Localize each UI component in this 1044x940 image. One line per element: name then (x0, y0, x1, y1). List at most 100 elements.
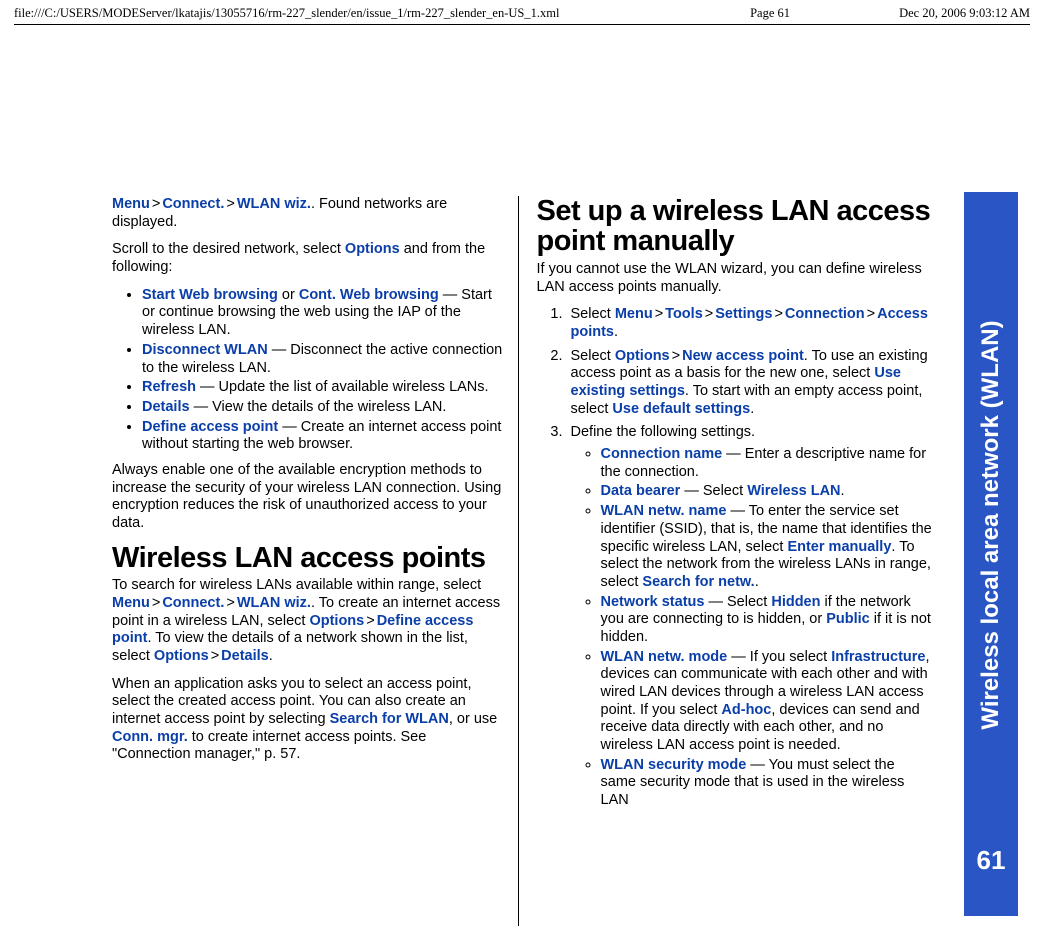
right-sublist: Connection name — Enter a descriptive na… (571, 446, 933, 810)
option-label: Refresh (142, 379, 196, 395)
text: — Update the list of available wireless … (196, 379, 489, 395)
content: Menu>Connect.>WLAN wiz.. Found networks … (112, 196, 932, 926)
gt-icon: > (653, 306, 665, 322)
option-label: Start Web browsing (142, 287, 278, 303)
option-label: Use default settings (612, 401, 750, 417)
menu-path-item: Options (615, 348, 670, 364)
gt-icon: > (150, 595, 162, 611)
option-label: Infrastructure (831, 649, 925, 665)
text: To search for wireless LANs available wi… (112, 577, 481, 593)
header-page: Page 61 (700, 6, 830, 21)
gt-icon: > (670, 348, 682, 364)
option-label: Cont. Web browsing (299, 287, 439, 303)
option-label: Wireless LAN (747, 483, 840, 499)
left-p4: To search for wireless LANs available wi… (112, 577, 508, 665)
list-item: Disconnect WLAN — Disconnect the active … (142, 342, 508, 377)
column-left: Menu>Connect.>WLAN wiz.. Found networks … (112, 196, 518, 926)
list-item: WLAN netw. name — To enter the service s… (601, 503, 933, 591)
option-label: Search for netw. (642, 574, 754, 590)
option-label: Hidden (771, 594, 820, 610)
menu-path-item: Options (154, 648, 209, 664)
gt-icon: > (150, 196, 162, 212)
menu-path-item: Settings (715, 306, 772, 322)
menu-path-item: WLAN wiz. (237, 196, 311, 212)
menu-path-item: Connect. (162, 595, 224, 611)
text: — If you select (727, 649, 831, 665)
menu-path-item: Connect. (162, 196, 224, 212)
option-label: Conn. mgr. (112, 729, 188, 745)
text: , or use (449, 711, 497, 727)
gt-icon: > (772, 306, 784, 322)
text: — Select (680, 483, 747, 499)
list-item: Connection name — Enter a descriptive na… (601, 446, 933, 481)
list-item: WLAN netw. mode — If you select Infrastr… (601, 649, 933, 755)
text: . (269, 648, 273, 664)
text: — View the details of the wireless LAN. (190, 399, 447, 415)
list-item: Define the following settings. Connectio… (567, 424, 933, 809)
menu-path-item: WLAN wiz. (237, 595, 311, 611)
option-label: WLAN netw. mode (601, 649, 728, 665)
gt-icon: > (224, 595, 236, 611)
text: — Select (704, 594, 771, 610)
option-label: WLAN security mode (601, 757, 747, 773)
option-label: Disconnect WLAN (142, 342, 268, 358)
side-tab-title: Wireless local area network (WLAN) (977, 320, 1005, 729)
text: Scroll to the desired network, select (112, 241, 345, 257)
gt-icon: > (865, 306, 877, 322)
text: Select (571, 348, 615, 364)
header-timestamp: Dec 20, 2006 9:03:12 AM (830, 6, 1030, 21)
side-tab-page-number: 61 (964, 845, 1018, 876)
option-label: Network status (601, 594, 705, 610)
left-p5: When an application asks you to select a… (112, 676, 508, 764)
text: . (841, 483, 845, 499)
option-label: Enter manually (787, 539, 891, 555)
text: Select (571, 306, 615, 322)
list-item: Network status — Select Hidden if the ne… (601, 594, 933, 647)
gt-icon: > (224, 196, 236, 212)
menu-path-item: Tools (665, 306, 703, 322)
header-path: file:///C:/USERS/MODEServer/lkatajis/130… (14, 6, 700, 21)
list-item: Details — View the details of the wirele… (142, 399, 508, 417)
text: Define the following settings. (571, 424, 756, 440)
right-ordered-list: Select Menu>Tools>Settings>Connection>Ac… (537, 306, 933, 810)
list-item: Refresh — Update the list of available w… (142, 379, 508, 397)
gt-icon: > (209, 648, 221, 664)
left-p3: Always enable one of the available encry… (112, 462, 508, 533)
side-tab: Wireless local area network (WLAN) 61 (964, 192, 1018, 916)
left-p1: Menu>Connect.>WLAN wiz.. Found networks … (112, 196, 508, 231)
menu-path-item: Connection (785, 306, 865, 322)
gt-icon: > (364, 613, 376, 629)
option-label: Define access point (142, 419, 278, 435)
list-item: Define access point — Create an internet… (142, 419, 508, 454)
section-heading: Set up a wireless LAN access point manua… (537, 196, 933, 257)
text: . (755, 574, 759, 590)
text: . (614, 324, 618, 340)
header-bar: file:///C:/USERS/MODEServer/lkatajis/130… (0, 0, 1044, 21)
option-label: Data bearer (601, 483, 681, 499)
menu-path-item: Menu (112, 595, 150, 611)
option-label: Ad-hoc (721, 702, 771, 718)
section-heading: Wireless LAN access points (112, 543, 508, 573)
header-rule (14, 24, 1030, 25)
menu-path-item: Options (345, 241, 400, 257)
right-p1: If you cannot use the WLAN wizard, you c… (537, 261, 933, 296)
left-bullets: Start Web browsing or Cont. Web browsing… (112, 287, 508, 454)
column-right: Set up a wireless LAN access point manua… (518, 196, 933, 926)
option-label: Search for WLAN (330, 711, 449, 727)
menu-path-item: Details (221, 648, 269, 664)
list-item: WLAN security mode — You must select the… (601, 757, 933, 810)
list-item: Data bearer — Select Wireless LAN. (601, 483, 933, 501)
text: or (278, 287, 299, 303)
text: . (750, 401, 754, 417)
menu-path-item: Menu (112, 196, 150, 212)
option-label: Details (142, 399, 190, 415)
gt-icon: > (703, 306, 715, 322)
list-item: Start Web browsing or Cont. Web browsing… (142, 287, 508, 340)
menu-path-item: Options (309, 613, 364, 629)
left-p2: Scroll to the desired network, select Op… (112, 241, 508, 276)
option-label: WLAN netw. name (601, 503, 727, 519)
page: file:///C:/USERS/MODEServer/lkatajis/130… (0, 0, 1044, 940)
menu-path-item: New access point (682, 348, 804, 364)
list-item: Select Options>New access point. To use … (567, 348, 933, 419)
option-label: Public (826, 611, 870, 627)
